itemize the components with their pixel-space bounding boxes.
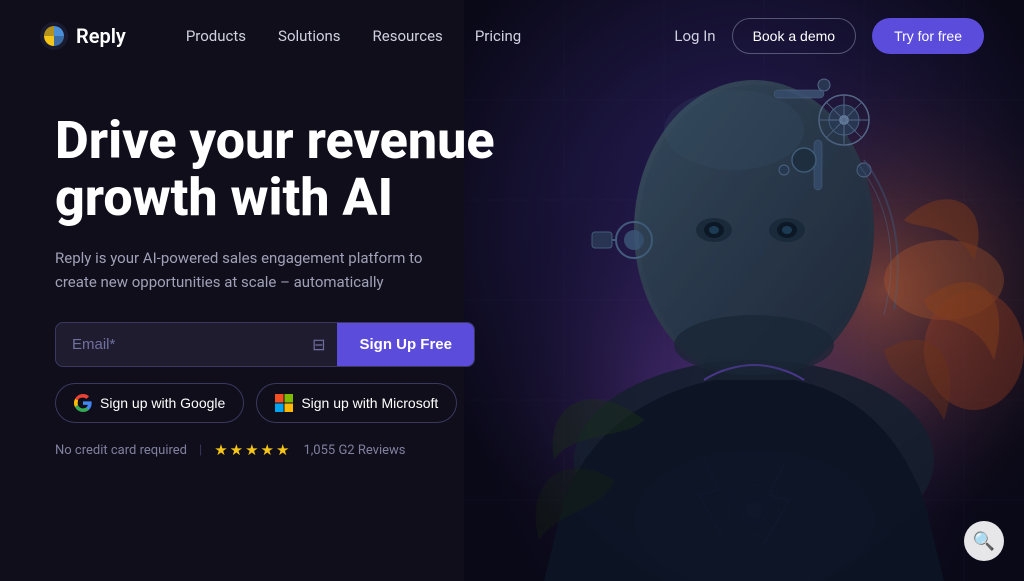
google-icon [74,394,92,412]
nav-pricing[interactable]: Pricing [475,27,521,45]
logo-text: Reply [76,24,126,48]
google-signup-label: Sign up with Google [100,395,225,411]
divider: | [199,443,202,458]
nav-login[interactable]: Log In [674,27,715,45]
email-icon: ⊟ [300,335,337,354]
hero-background [464,0,1024,581]
try-free-button[interactable]: Try for free [872,18,984,54]
social-proof: No credit card required | ★★★★★ 1,055 G2… [55,441,500,459]
microsoft-icon [275,394,293,412]
magnifier-icon: 🔍 [973,531,995,552]
logo-icon [40,22,68,50]
logo-area[interactable]: Reply [40,22,126,50]
navbar: Reply Products Solutions Resources Prici… [0,0,1024,72]
social-signup-row: Sign up with Google Sign up with Microso… [55,383,500,423]
hero-content: Drive your revenue growth with AI Reply … [0,72,540,459]
nav-actions: Log In Book a demo Try for free [674,18,984,54]
reviews-count: 1,055 G2 Reviews [303,443,405,458]
hero-title: Drive your revenue growth with AI [55,112,500,226]
no-credit-text: No credit card required [55,443,187,458]
page-wrapper: Reply Products Solutions Resources Prici… [0,0,1024,581]
google-signup-button[interactable]: Sign up with Google [55,383,244,423]
email-input[interactable] [56,323,300,366]
nav-links: Products Solutions Resources Pricing [186,27,675,45]
star-rating: ★★★★★ [214,441,291,459]
microsoft-signup-label: Sign up with Microsoft [301,395,438,411]
signup-free-button[interactable]: Sign Up Free [337,323,474,366]
email-form-row: ⊟ Sign Up Free [55,322,475,367]
book-demo-button[interactable]: Book a demo [732,18,857,54]
nav-resources[interactable]: Resources [373,27,443,45]
hero-subtitle: Reply is your AI-powered sales engagemen… [55,246,455,294]
microsoft-signup-button[interactable]: Sign up with Microsoft [256,383,457,423]
nav-products[interactable]: Products [186,27,246,45]
magnifier-button[interactable]: 🔍 [964,521,1004,561]
nav-solutions[interactable]: Solutions [278,27,341,45]
